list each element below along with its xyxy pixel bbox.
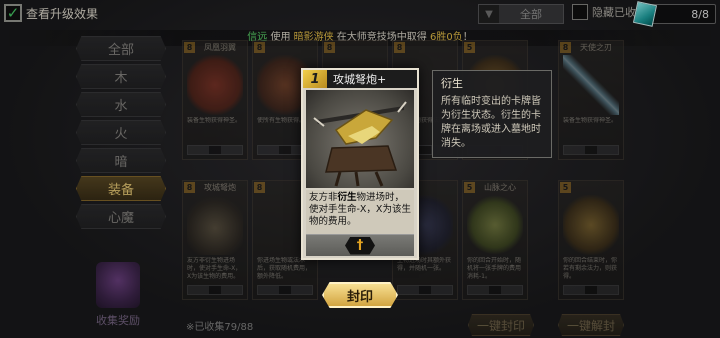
tooltip-title: 衍生 bbox=[441, 77, 463, 90]
keyword-tooltip: 衍生 所有临时变出的卡牌皆为衍生状态。衍生的卡牌在离场或进入墓地时消失。 bbox=[432, 70, 552, 158]
card-detail-name: 攻城弩炮+ bbox=[333, 73, 387, 86]
keyword-derived[interactable]: 衍生 bbox=[338, 192, 357, 203]
card-sigil-bar: † bbox=[306, 234, 414, 256]
card-detail-header: 1 攻城弩炮+ bbox=[303, 70, 417, 88]
dagger-sigil-icon: † bbox=[345, 236, 375, 255]
seal-button[interactable]: 封印 bbox=[322, 282, 398, 308]
card-detail-description: 友方非衍生物进场时，使对手生命-X，X为该生物的费用。 bbox=[306, 190, 414, 234]
tooltip-text: 所有临时变出的卡牌皆为衍生状态。衍生的卡牌在离场或进入墓地时消失。 bbox=[441, 96, 541, 149]
card-cost-badge: 1 bbox=[303, 70, 327, 88]
card-detail-popup: 1 攻城弩炮+ 友方非衍生物进场时，使对手生命-X，X为该生物的费用。 † bbox=[301, 68, 419, 260]
ballista-illustration bbox=[313, 101, 407, 187]
siege-ballista-art bbox=[306, 90, 414, 188]
